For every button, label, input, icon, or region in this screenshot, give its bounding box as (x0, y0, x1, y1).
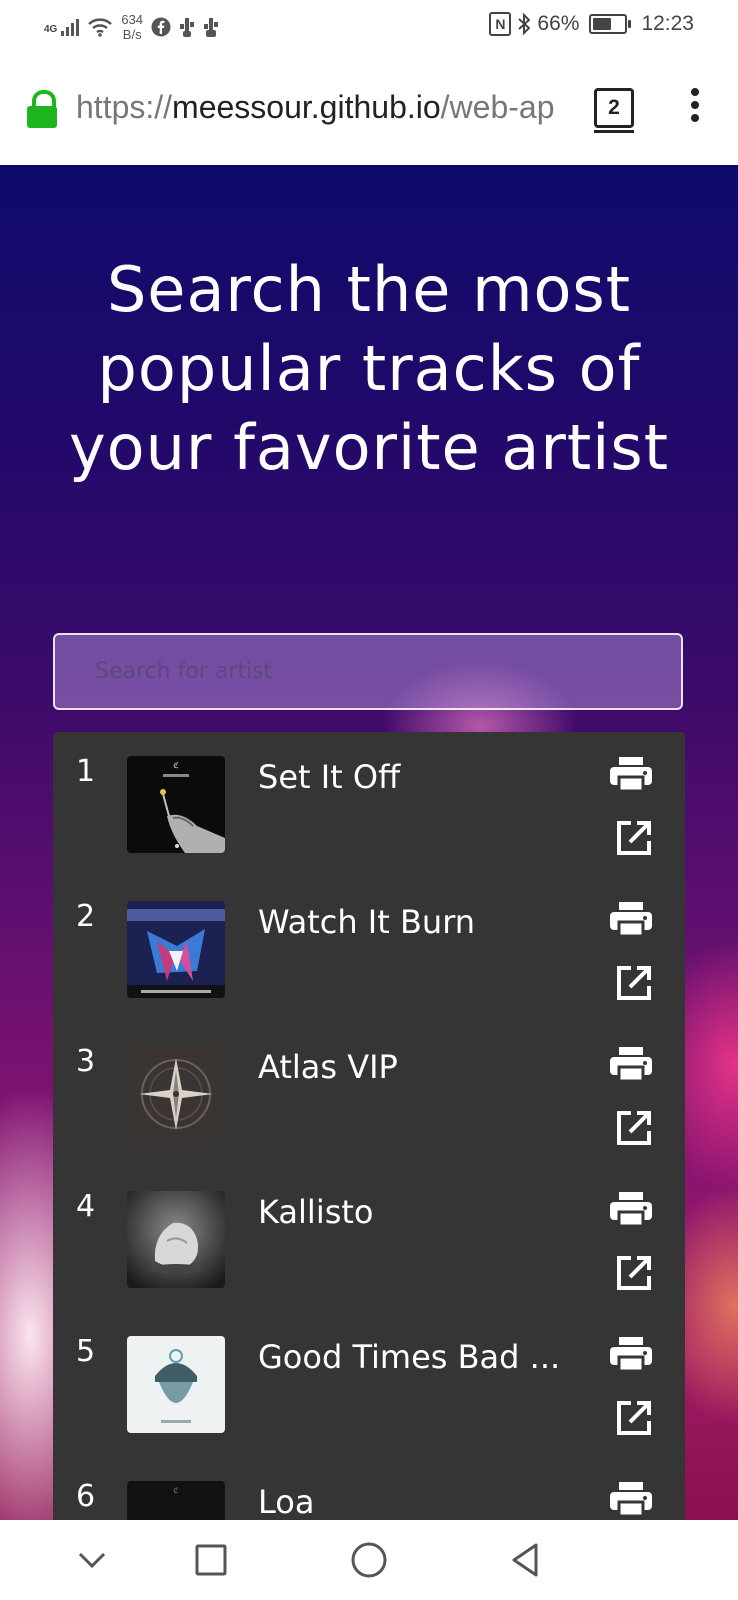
url-path: /web-ap (440, 89, 555, 125)
tab-switcher-underline (594, 130, 634, 133)
open-external-icon[interactable] (615, 964, 653, 1002)
track-rank: 3 (76, 1044, 96, 1079)
clock: 12:23 (641, 12, 694, 35)
cellular-signal-icon: 4G (44, 18, 80, 36)
battery-fill (593, 18, 612, 30)
album-cover-image (127, 1046, 225, 1143)
browser-menu-button[interactable] (688, 88, 702, 128)
album-cover-image (127, 901, 225, 998)
system-navigation-bar (0, 1520, 738, 1600)
browser-toolbar: https://meessour.github.io/web-ap 2 (0, 52, 738, 165)
album-cover-image: ℭ (127, 756, 225, 853)
dot-icon (691, 101, 699, 109)
dot-icon (691, 88, 699, 96)
album-cover-image (127, 1336, 225, 1433)
dot-icon (691, 114, 699, 122)
album-cover-image: ℭ (127, 1481, 225, 1520)
track-row[interactable]: 6 ℭ Loa (53, 1457, 685, 1520)
battery-icon (589, 14, 632, 34)
track-rank: 5 (76, 1334, 96, 1369)
bluetooth-icon (518, 13, 531, 35)
network-speed: 634 B/s (121, 12, 144, 42)
track-rank: 2 (76, 899, 96, 934)
track-title: Watch It Burn (258, 903, 476, 941)
track-title: Good Times Bad ... (258, 1338, 561, 1376)
svg-text:ℭ: ℭ (173, 761, 179, 770)
open-external-icon[interactable] (615, 1254, 653, 1292)
battery-percentage: 66% (537, 12, 580, 35)
track-row[interactable]: 3 Atlas VIP (53, 1022, 685, 1167)
tab-switcher-button[interactable]: 2 (594, 88, 634, 128)
track-rank: 6 (76, 1479, 96, 1514)
artist-search-input[interactable] (53, 633, 683, 710)
home-button[interactable] (349, 1540, 389, 1580)
chevron-down-icon[interactable] (72, 1540, 112, 1580)
page-headline: Search the most popular tracks of your f… (68, 253, 670, 484)
print-icon[interactable] (610, 1482, 652, 1516)
recent-apps-button[interactable] (191, 1540, 231, 1580)
track-rank: 1 (76, 754, 96, 789)
print-icon[interactable] (610, 1192, 652, 1226)
page-content: Search the most popular tracks of your f… (0, 165, 738, 1520)
status-bar: 4G 634 B/s N 66% 12:23 (0, 0, 738, 52)
track-row[interactable]: 4 Kallisto (53, 1167, 685, 1312)
print-icon[interactable] (610, 1337, 652, 1371)
track-row[interactable]: 5 Good Times Bad ... (53, 1312, 685, 1457)
track-row[interactable]: 1 ℭ Set It Off (53, 732, 685, 877)
track-title: Atlas VIP (258, 1048, 398, 1086)
usb-debug-icon (204, 18, 219, 37)
track-title: Kallisto (258, 1193, 374, 1231)
url-scheme: https:// (76, 89, 173, 125)
lock-icon[interactable] (27, 90, 57, 128)
track-title: Loa (258, 1483, 315, 1520)
wifi-icon (88, 18, 113, 37)
network-type: 4G (44, 24, 58, 35)
svg-text:ℭ: ℭ (173, 1486, 179, 1495)
album-cover-image (127, 1191, 225, 1288)
open-external-icon[interactable] (615, 1399, 653, 1437)
nfc-icon: N (489, 12, 512, 36)
track-row[interactable]: 2 Watch It Burn (53, 877, 685, 1022)
track-title: Set It Off (258, 758, 401, 796)
usb-icon (180, 18, 195, 37)
track-list: 1 ℭ Set It Off 2 Watch It Burn 3 Atlas V… (53, 732, 685, 1520)
print-icon[interactable] (610, 757, 652, 791)
track-rank: 4 (76, 1189, 96, 1224)
print-icon[interactable] (610, 1047, 652, 1081)
facebook-icon (151, 17, 171, 37)
print-icon[interactable] (610, 902, 652, 936)
back-button[interactable] (506, 1540, 546, 1580)
address-bar[interactable]: https://meessour.github.io/web-ap (76, 82, 574, 132)
open-external-icon[interactable] (615, 819, 653, 857)
open-external-icon[interactable] (615, 1109, 653, 1147)
url-host: meessour.github.io (172, 89, 441, 125)
